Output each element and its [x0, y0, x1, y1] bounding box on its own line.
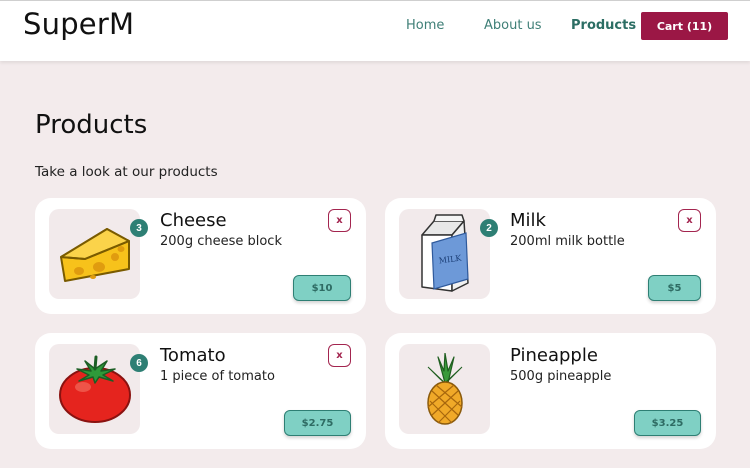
cart-button[interactable]: Cart (11) [641, 12, 728, 40]
add-to-cart-price-button[interactable]: $2.75 [284, 410, 351, 436]
product-image-pineapple [399, 344, 490, 434]
cheese-icon [59, 228, 130, 282]
logo[interactable]: SuperM [23, 7, 134, 41]
product-card-cheese: 3 Cheese 200g cheese block x $10 [35, 198, 366, 314]
product-card-milk: MILK 2 Milk 200ml milk bottle x $5 [385, 198, 716, 314]
remove-button[interactable]: x [328, 344, 351, 367]
page-title: Products [35, 110, 148, 140]
add-to-cart-price-button[interactable]: $5 [648, 275, 701, 301]
product-card-tomato: 6 Tomato 1 piece of tomato x $2.75 [35, 333, 366, 449]
top-nav-bar: SuperM Home About us Products Cart (11) [0, 0, 750, 61]
page-subtitle: Take a look at our products [35, 164, 218, 180]
product-card-pineapple: Pineapple 500g pineapple $3.25 [385, 333, 716, 449]
tomato-icon [58, 355, 131, 423]
pineapple-icon [426, 353, 463, 425]
nav-link-about[interactable]: About us [484, 18, 542, 33]
remove-button[interactable]: x [328, 209, 351, 232]
milk-carton-icon: MILK [420, 214, 469, 292]
product-image-cheese [49, 209, 140, 299]
product-description: 500g pineapple [510, 369, 612, 384]
product-name: Cheese [160, 210, 227, 231]
product-image-milk: MILK [399, 209, 490, 299]
product-image-tomato [49, 344, 140, 434]
quantity-badge: 3 [130, 219, 148, 237]
product-name: Tomato [160, 345, 226, 366]
remove-button[interactable]: x [678, 209, 701, 232]
add-to-cart-price-button[interactable]: $10 [293, 275, 351, 301]
product-name: Pineapple [510, 345, 598, 366]
product-description: 200g cheese block [160, 234, 282, 249]
product-description: 1 piece of tomato [160, 369, 275, 384]
quantity-badge: 2 [480, 219, 498, 237]
quantity-badge: 6 [130, 354, 148, 372]
nav-link-home[interactable]: Home [406, 18, 444, 33]
product-name: Milk [510, 210, 546, 231]
add-to-cart-price-button[interactable]: $3.25 [634, 410, 701, 436]
nav-link-products[interactable]: Products [571, 18, 636, 33]
product-description: 200ml milk bottle [510, 234, 625, 249]
